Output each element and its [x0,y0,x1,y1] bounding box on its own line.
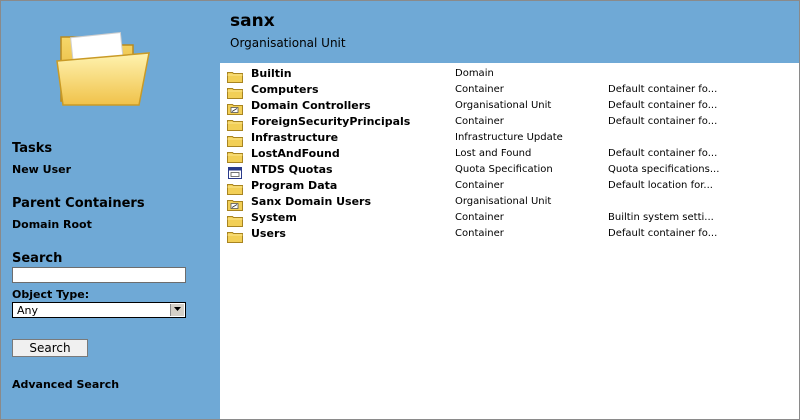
ou-folder-icon [227,196,243,211]
folder-icon [227,180,243,195]
search-button[interactable]: Search [12,339,88,357]
object-description: Default location for... [608,180,713,191]
list-item[interactable]: Computers Container Default container fo..… [220,82,799,99]
object-name[interactable]: Sanx Domain Users [251,195,371,208]
object-type-value: Any [17,304,39,317]
folder-icon [227,212,243,227]
search-input[interactable] [12,267,186,283]
object-type-select[interactable]: Any [12,302,186,318]
list-item[interactable]: System Container Builtin system setti... [220,210,799,227]
list-item[interactable]: Sanx Domain Users Organisational Unit [220,194,799,211]
object-description: Default container fo... [608,228,718,239]
object-name[interactable]: ForeignSecurityPrincipals [251,115,410,128]
sidebar: Tasks New User Parent Containers Domain … [1,1,220,419]
folder-icon [227,68,243,83]
search-heading: Search [12,251,63,266]
object-name[interactable]: Program Data [251,179,337,192]
object-description: Quota specifications... [608,164,720,175]
object-type: Quota Specification [455,164,553,175]
new-user-link[interactable]: New User [12,163,71,176]
object-type: Container [455,116,504,127]
list-item[interactable]: Domain Controllers Organisational Unit Def… [220,98,799,115]
object-name[interactable]: NTDS Quotas [251,163,333,176]
tasks-heading: Tasks [12,141,53,156]
object-type: Organisational Unit [455,100,552,111]
list-item[interactable]: NTDS Quotas Quota Specification Quota spec… [220,162,799,179]
object-name[interactable]: Infrastructure [251,131,338,144]
list-item[interactable]: Users Container Default container fo... [220,226,799,243]
object-name[interactable]: Computers [251,83,319,96]
list-item[interactable]: LostAndFound Lost and Found Default contai… [220,146,799,163]
object-description: Default container fo... [608,84,718,95]
quota-icon [227,164,243,179]
object-name[interactable]: Users [251,227,286,240]
object-name[interactable]: Domain Controllers [251,99,371,112]
object-type: Container [455,84,504,95]
folder-icon [227,116,243,131]
domain-root-link[interactable]: Domain Root [12,218,92,231]
object-description: Default container fo... [608,116,718,127]
parent-containers-heading: Parent Containers [12,196,145,211]
folder-icon [227,132,243,147]
object-description: Builtin system setti... [608,212,714,223]
ou-folder-icon [227,100,243,115]
object-description: Default container fo... [608,100,718,111]
object-name[interactable]: System [251,211,297,224]
object-type: Container [455,180,504,191]
list-item[interactable]: Infrastructure Infrastructure Update [220,130,799,147]
object-type: Container [455,228,504,239]
object-type: Infrastructure Update [455,132,563,143]
list-item[interactable]: ForeignSecurityPrincipals Container Defaul… [220,114,799,131]
dropdown-arrow-icon[interactable] [170,304,184,316]
object-type-label: Object Type: [12,288,90,301]
object-type: Container [455,212,504,223]
object-type: Domain [455,68,494,79]
header: sanx Organisational Unit [220,1,799,63]
folder-icon [227,228,243,243]
object-name[interactable]: Builtin [251,67,292,80]
list-item[interactable]: Program Data Container Default location fo… [220,178,799,195]
object-name[interactable]: LostAndFound [251,147,340,160]
folder-icon [227,148,243,163]
object-description: Default container fo... [608,148,718,159]
page-subtitle: Organisational Unit [230,36,346,50]
object-type: Lost and Found [455,148,532,159]
advanced-search-link[interactable]: Advanced Search [12,378,119,391]
page-title: sanx [230,11,275,31]
open-folder-icon [56,31,150,106]
object-list: Builtin Domain Computers Container Default c… [220,63,799,419]
app-window: Tasks New User Parent Containers Domain … [0,0,800,420]
folder-icon [227,84,243,99]
list-item[interactable]: Builtin Domain [220,66,799,83]
object-type: Organisational Unit [455,196,552,207]
